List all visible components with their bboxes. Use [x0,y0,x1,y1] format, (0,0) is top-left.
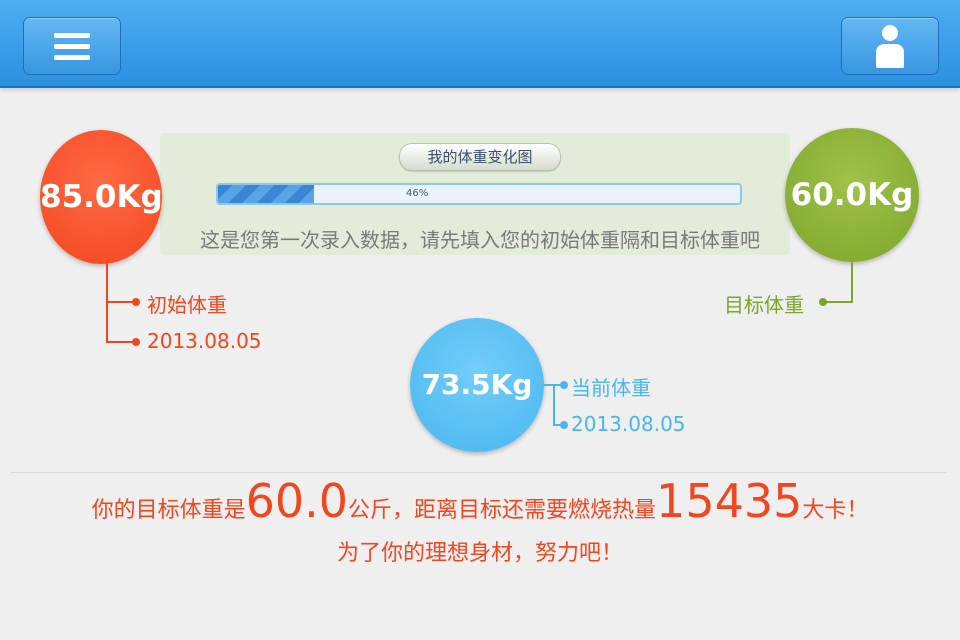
summary-text-1: 你的目标体重是 [91,498,246,523]
target-weight-circle[interactable]: 60.0Kg [785,128,919,262]
initial-weight-label: 初始体重 [147,293,227,317]
current-connector [544,381,568,429]
goal-summary: 你的目标体重是60.0公斤，距离目标还需要燃烧热量15435大卡！ [0,474,960,528]
target-connector [819,262,853,306]
encouragement-text: 为了你的理想身材，努力吧！ [336,541,623,566]
summary-text-2: 公斤，距离目标还需要燃烧热量 [348,498,657,523]
calories-value: 15435 [656,474,803,528]
user-profile-button[interactable] [841,17,939,75]
summary-text-3: 大卡！ [802,498,869,523]
initial-weight-circle[interactable]: 85.0Kg [40,130,163,264]
target-weight-value: 60.0 [245,474,349,528]
target-weight-label: 目标体重 [724,293,804,317]
menu-button[interactable] [23,17,121,75]
chart-title-button[interactable]: 我的体重变化图 [399,143,561,171]
initial-date: 2013.08.05 [147,329,262,353]
progress-label: 46% [406,188,429,199]
current-weight-label: 当前体重 [571,376,651,400]
initial-connector [106,262,140,346]
menu-icon [54,33,90,60]
user-icon [876,25,904,69]
current-date: 2013.08.05 [571,412,686,436]
progress-bar: 46% [216,183,742,205]
top-bar [0,0,960,88]
current-weight-circle[interactable]: 73.5Kg [410,318,544,452]
first-entry-hint: 这是您第一次录入数据，请先填入您的初始体重隔和目标体重吧 [200,228,760,252]
divider [10,472,946,473]
progress-fill [218,185,315,203]
